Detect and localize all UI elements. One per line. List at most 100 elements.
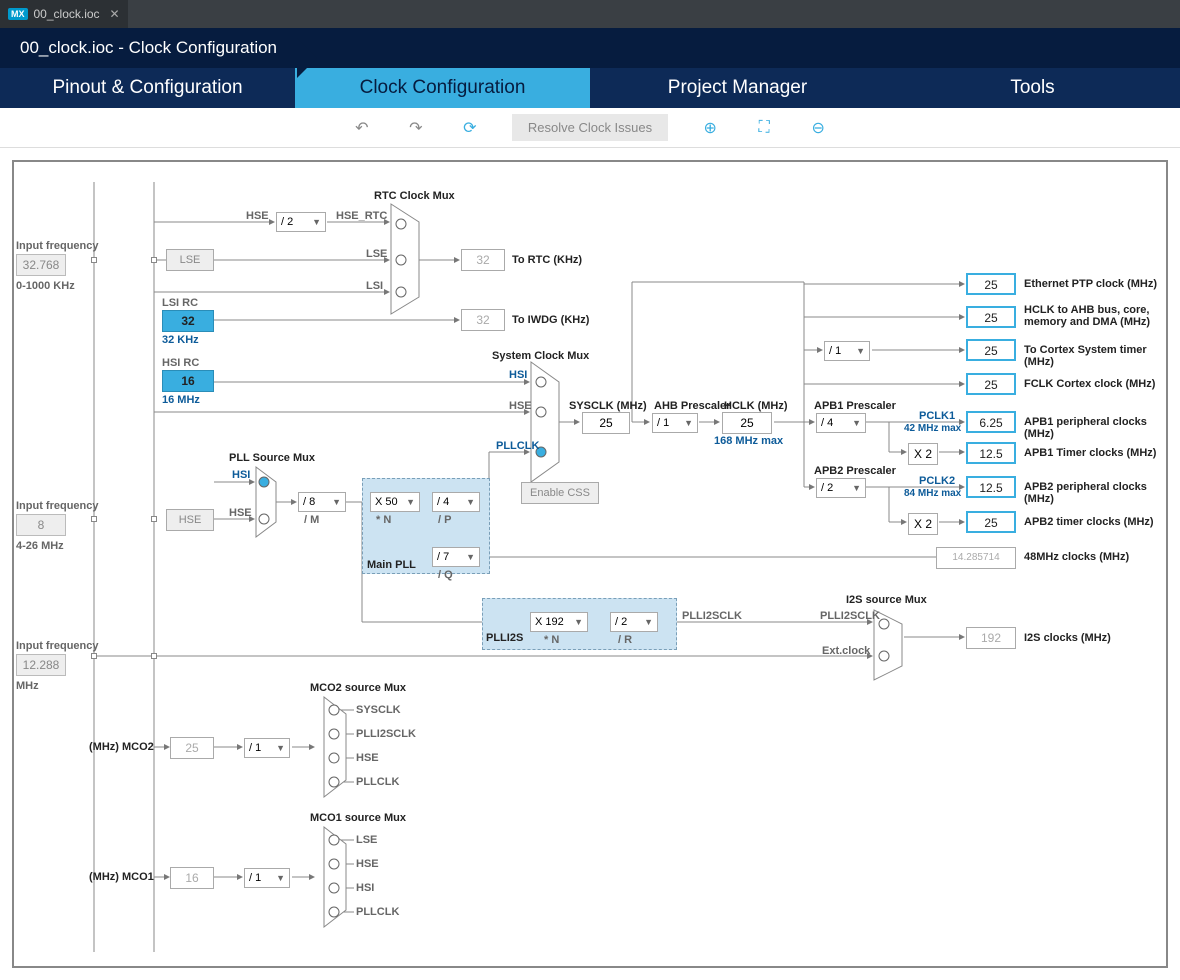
chevron-down-icon: ▼: [276, 873, 285, 883]
chevron-down-icon: ▼: [644, 617, 653, 627]
hclk-val[interactable]: 25: [722, 412, 772, 434]
sysclk-mux-label: System Clock Mux: [492, 350, 589, 362]
tab-pinout[interactable]: Pinout & Configuration: [0, 68, 295, 108]
pll-div-q-label: / Q: [438, 569, 453, 581]
rtc-out-val: 32: [461, 249, 505, 271]
file-tab[interactable]: MX 00_clock.ioc ✕: [0, 0, 128, 28]
pll-mul-n-select[interactable]: X 50▼: [370, 492, 420, 512]
node-dot: [151, 516, 157, 522]
hse-sysmux: HSE: [509, 400, 532, 412]
plli2s-div-r-select[interactable]: / 2▼: [610, 612, 658, 632]
mco1-hse: HSE: [356, 858, 379, 870]
hse-rtc-div-select[interactable]: / 2▼: [276, 212, 326, 232]
chevron-down-icon: ▼: [276, 743, 285, 753]
lse-freq-label: Input frequency: [16, 240, 99, 252]
node-dot: [91, 653, 97, 659]
hse-wire-label: HSE: [246, 210, 269, 222]
pclk2-label: PCLK2: [919, 475, 955, 487]
pll-source-mux-label: PLL Source Mux: [229, 452, 315, 464]
file-tab-name: 00_clock.ioc: [34, 7, 100, 21]
apb1-periph-label: APB1 peripheral clocks (MHz): [1024, 416, 1166, 440]
refresh-icon[interactable]: ⟳: [458, 116, 482, 140]
iwdg-out-val: 32: [461, 309, 505, 331]
eth-label: Ethernet PTP clock (MHz): [1024, 278, 1157, 290]
mco2-label: (MHz) MCO2: [89, 741, 154, 753]
fclk-val: 25: [966, 373, 1016, 395]
pll-mul-n-label: * N: [376, 514, 391, 526]
hse-freq-input[interactable]: 8: [16, 514, 66, 536]
hsi-rc-label: HSI RC: [162, 357, 199, 369]
apb1-timer-val: 12.5: [966, 442, 1016, 464]
audio-freq-input[interactable]: 12.288: [16, 654, 66, 676]
lse-osc-button[interactable]: LSE: [166, 249, 214, 271]
zoom-in-icon[interactable]: ⊕: [698, 116, 722, 140]
cortex-div-select[interactable]: / 1▼: [824, 341, 870, 361]
ahb-presc-select[interactable]: / 1▼: [652, 413, 698, 433]
clock-diagram[interactable]: Input frequency 32.768 0-1000 KHz LSE LS…: [12, 160, 1168, 968]
chevron-down-icon: ▼: [312, 217, 321, 227]
breadcrumb-bar: 00_clock.ioc - Clock Configuration: [0, 28, 1180, 68]
plli2s-mul-n-select[interactable]: X 192▼: [530, 612, 588, 632]
chevron-down-icon: ▼: [332, 497, 341, 507]
hse-range: 4-26 MHz: [16, 540, 64, 552]
close-icon[interactable]: ✕: [110, 7, 120, 21]
apb1-presc-select[interactable]: / 4▼: [816, 413, 866, 433]
main-tabs: Pinout & Configuration Clock Configurati…: [0, 68, 1180, 108]
hsi-val: 16: [162, 370, 214, 392]
pll-div-p-select[interactable]: / 4▼: [432, 492, 480, 512]
breadcrumb: 00_clock.ioc - Clock Configuration: [0, 38, 297, 58]
lse-freq-input[interactable]: 32.768: [16, 254, 66, 276]
pclk1-label: PCLK1: [919, 410, 955, 422]
iwdg-out-label: To IWDG (KHz): [512, 314, 589, 326]
apb1-timer-label: APB1 Timer clocks (MHz): [1024, 447, 1156, 459]
canvas-area: Input frequency 32.768 0-1000 KHz LSE LS…: [0, 148, 1180, 980]
ext-clock-label: Ext.clock: [822, 645, 870, 657]
apb2-timer-val: 25: [966, 511, 1016, 533]
pll-div-q-select[interactable]: / 7▼: [432, 547, 480, 567]
tab-project[interactable]: Project Manager: [590, 68, 885, 108]
chevron-down-icon: ▼: [406, 497, 415, 507]
undo-icon[interactable]: ↶: [350, 116, 374, 140]
usb48-val: 14.285714: [936, 547, 1016, 569]
chevron-down-icon: ▼: [684, 418, 693, 428]
plli2s-mul-n-label: * N: [544, 634, 559, 646]
mco1-div-select[interactable]: / 1▼: [244, 868, 290, 888]
sysclk-val[interactable]: 25: [582, 412, 630, 434]
enable-css-button[interactable]: Enable CSS: [521, 482, 599, 504]
sysclk-label: SYSCLK (MHz): [569, 400, 647, 412]
fit-screen-icon[interactable]: ⛶: [752, 116, 776, 140]
mco2-mux-label: MCO2 source Mux: [310, 682, 406, 694]
chevron-down-icon: ▼: [466, 497, 475, 507]
mco2-div-select[interactable]: / 1▼: [244, 738, 290, 758]
redo-icon[interactable]: ↷: [404, 116, 428, 140]
hclk-ahb-val: 25: [966, 306, 1016, 328]
pll-div-m-label: / M: [304, 514, 319, 526]
hse-rtc-label: HSE_RTC: [336, 210, 387, 222]
hse-osc-button[interactable]: HSE: [166, 509, 214, 531]
zoom-out-icon[interactable]: ⊖: [806, 116, 830, 140]
pll-div-p-label: / P: [438, 514, 451, 526]
mco2-pllclk: PLLCLK: [356, 776, 399, 788]
node-dot: [151, 257, 157, 263]
mco1-lse: LSE: [356, 834, 377, 846]
lsi-wire-label: LSI: [366, 280, 383, 292]
rtc-mux-label: RTC Clock Mux: [374, 190, 455, 202]
resolve-clock-button[interactable]: Resolve Clock Issues: [512, 114, 668, 141]
pclk1-max: 42 MHz max: [904, 423, 961, 434]
titlebar: MX 00_clock.ioc ✕: [0, 0, 1180, 28]
mco2-sysclk: SYSCLK: [356, 704, 401, 716]
hsi-unit: 16 MHz: [162, 394, 200, 406]
apb2-presc-select[interactable]: / 2▼: [816, 478, 866, 498]
apb2-periph-label: APB2 peripheral clocks (MHz): [1024, 481, 1166, 505]
pll-div-m-select[interactable]: / 8▼: [298, 492, 346, 512]
apb2-timer-label: APB2 timer clocks (MHz): [1024, 516, 1154, 528]
apb2-x2: X 2: [908, 513, 938, 535]
tab-tools[interactable]: Tools: [885, 68, 1180, 108]
hclk-max: 168 MHz max: [714, 435, 783, 447]
tab-clock[interactable]: Clock Configuration: [295, 68, 590, 108]
rtc-out-label: To RTC (KHz): [512, 254, 582, 266]
lsi-val: 32: [162, 310, 214, 332]
audio-unit: MHz: [16, 680, 39, 692]
eth-val: 25: [966, 273, 1016, 295]
hclk-label: HCLK (MHz): [724, 400, 788, 412]
